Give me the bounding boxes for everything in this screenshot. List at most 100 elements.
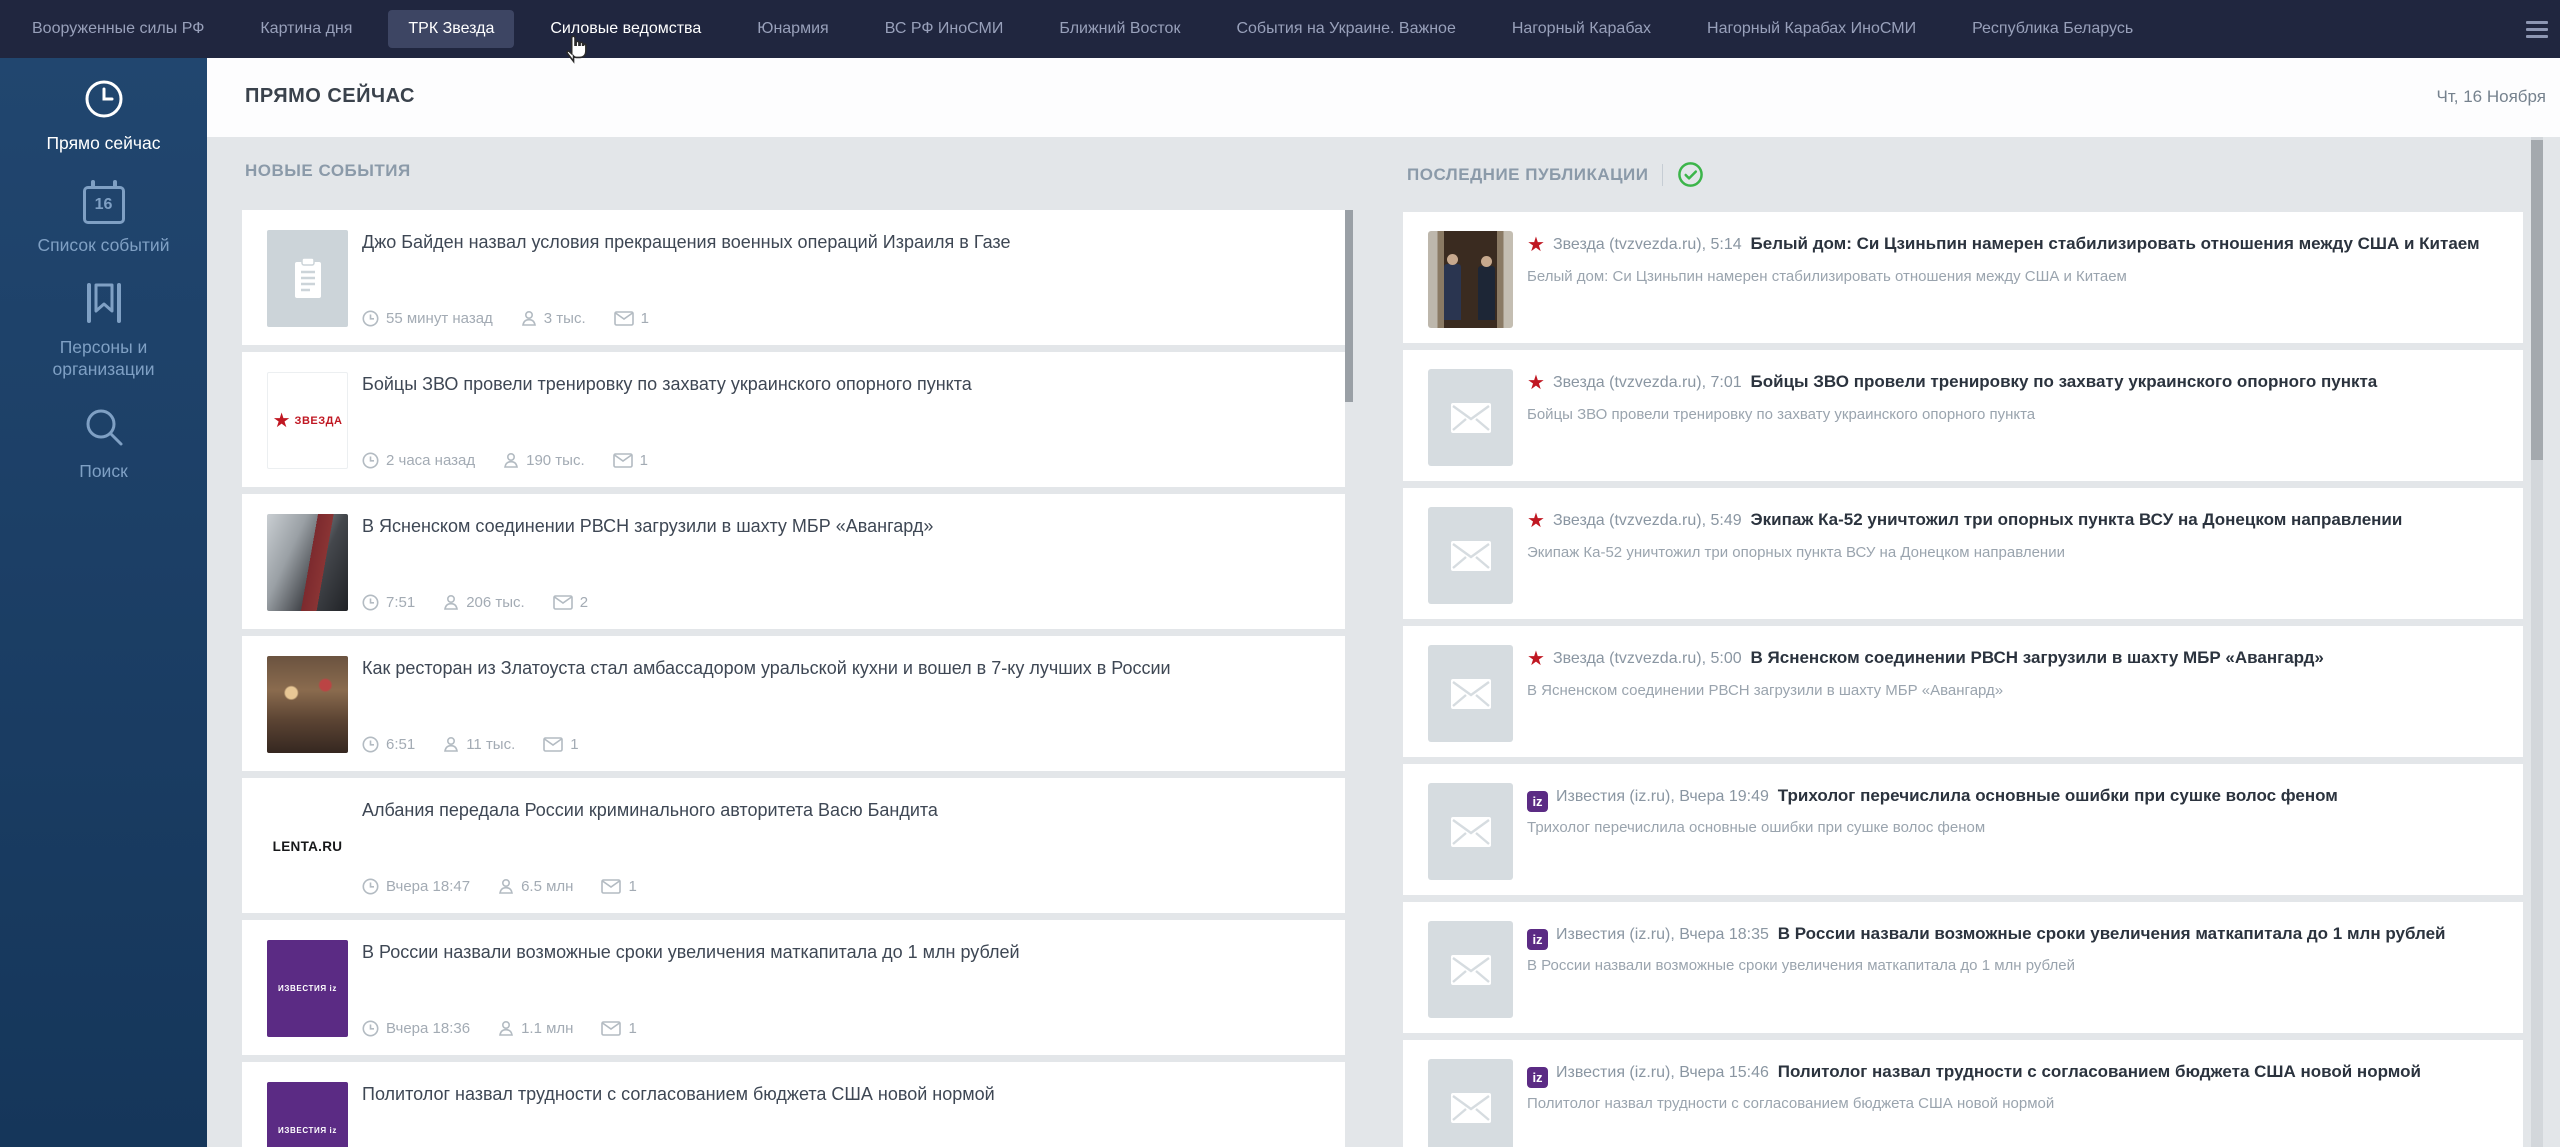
- publication-card[interactable]: izИзвестия (iz.ru), Вчера 19:49 Трихолог…: [1403, 764, 2523, 895]
- views-icon: [443, 594, 459, 611]
- event-title[interactable]: Как ресторан из Златоуста стал амбассадо…: [362, 656, 1321, 680]
- nav-tab-picture-of-day[interactable]: Картина дня: [258, 10, 354, 48]
- publication-card[interactable]: ★ Звезда (tvzvezda.ru), 5:00 В Ясненском …: [1403, 626, 2523, 757]
- publication-subtitle: В Ясненском соединении РВСН загрузили в …: [1527, 680, 2498, 702]
- publication-card[interactable]: iz Известия (iz.ru), Вчера 15:46 Политоло…: [1403, 1040, 2523, 1147]
- new-events-list: Джо Байден назвал условия прекращения во…: [242, 210, 1345, 1147]
- publication-title[interactable]: Белый дом: Си Цзиньпин намерен стабилизи…: [1751, 234, 2480, 253]
- time-icon: [362, 878, 379, 895]
- publication-card[interactable]: izИзвестия (iz.ru), Вчера 18:35 В России…: [1403, 902, 2523, 1033]
- event-title[interactable]: В Ясненском соединении РВСН загрузили в …: [362, 514, 1321, 538]
- page-date: Чт, 16 Ноября: [2437, 87, 2546, 107]
- envelope-placeholder-icon[interactable]: [1428, 783, 1513, 880]
- publication-card[interactable]: ★ Звезда (tvzvezda.ru), 5:14 Белый дом: С…: [1403, 212, 2523, 343]
- nav-tab-security-agencies[interactable]: Силовые ведомства: [548, 10, 703, 48]
- document-placeholder-icon[interactable]: [267, 230, 348, 327]
- event-title[interactable]: Албания передала России криминального ав…: [362, 798, 1321, 822]
- zvezda-star-icon: ★: [1527, 372, 1545, 394]
- nav-tab-belarus[interactable]: Республика Беларусь: [1970, 10, 2135, 48]
- search-icon: [82, 404, 126, 450]
- nav-tab-armed-forces[interactable]: Вооруженные силы РФ: [30, 10, 206, 48]
- publication-title[interactable]: Трихолог перечислила основные ошибки при…: [1778, 786, 2338, 805]
- event-card[interactable]: Джо Байден назвал условия прекращения во…: [242, 210, 1345, 345]
- sidebar-item-event-list[interactable]: 16 Список событий: [14, 178, 194, 256]
- zvezda-logo[interactable]: ★ ЗВЕЗДА: [267, 372, 348, 469]
- envelope-placeholder-icon[interactable]: [1428, 645, 1513, 742]
- sidebar-item-search[interactable]: Поиск: [14, 404, 194, 482]
- nav-tab-middle-east[interactable]: Ближний Восток: [1057, 10, 1182, 48]
- calendar-icon: 16: [83, 178, 125, 224]
- page-title: ПРЯМО СЕЙЧАС: [245, 85, 415, 108]
- event-card[interactable]: Как ресторан из Златоуста стал амбассадо…: [242, 636, 1345, 771]
- time-icon: [362, 1020, 379, 1037]
- publication-source[interactable]: Звезда (tvzvezda.ru), 5:00: [1553, 650, 1742, 667]
- publication-title[interactable]: В Ясненском соединении РВСН загрузили в …: [1751, 648, 2324, 667]
- nav-tab-vsrf-inosmi[interactable]: ВС РФ ИноСМИ: [883, 10, 1006, 48]
- zvezda-star-icon: ★: [1527, 648, 1545, 670]
- comments-icon: [601, 1021, 621, 1036]
- publication-title[interactable]: Экипаж Ка-52 уничтожил три опорных пункт…: [1751, 510, 2403, 529]
- sidebar-item-persons-orgs[interactable]: Персоны и организации: [14, 280, 194, 380]
- nav-tab-trk-zvezda[interactable]: ТРК Звезда: [388, 10, 514, 48]
- sidebar-item-label: Список событий: [38, 234, 170, 256]
- section-title-text: ПОСЛЕДНИЕ ПУБЛИКАЦИИ: [1407, 165, 1648, 185]
- section-title-new-events: НОВЫЕ СОБЫТИЯ: [245, 161, 411, 181]
- publication-title[interactable]: Бойцы ЗВО провели тренировку по захвату …: [1751, 372, 2378, 391]
- event-title[interactable]: Бойцы ЗВО провели тренировку по захвату …: [362, 372, 1321, 396]
- publication-source[interactable]: Звезда (tvzvezda.ru), 5:14: [1553, 236, 1742, 253]
- comments-icon: [601, 879, 621, 894]
- app-window: Вооруженные силы РФ Картина дня ТРК Звез…: [0, 0, 2560, 1147]
- nav-tab-ukraine-events[interactable]: События на Украине. Важное: [1234, 10, 1457, 48]
- event-card[interactable]: LENTA.RU Албания передала России кримина…: [242, 778, 1345, 913]
- event-card[interactable]: ★ ЗВЕЗДА Бойцы ЗВО провели тренировку по…: [242, 352, 1345, 487]
- missile-photo[interactable]: [267, 514, 348, 611]
- envelope-placeholder-icon[interactable]: [1428, 1059, 1513, 1147]
- event-title[interactable]: Политолог назвал трудности с согласовани…: [362, 1082, 1321, 1106]
- sidebar-item-live-now[interactable]: Прямо сейчас: [14, 76, 194, 154]
- nav-tab-karabakh[interactable]: Нагорный Карабах: [1510, 10, 1653, 48]
- nav-tab-yunarmia[interactable]: Юнармия: [755, 10, 830, 48]
- views-icon: [498, 1020, 514, 1037]
- zvezda-star-icon: ★: [1527, 510, 1545, 532]
- envelope-placeholder-icon[interactable]: [1428, 507, 1513, 604]
- nav-tab-karabakh-inosmi[interactable]: Нагорный Карабах ИноСМИ: [1705, 10, 1918, 48]
- zvezda-star-icon: ★: [1527, 234, 1545, 256]
- publication-source[interactable]: Звезда (tvzvezda.ru), 7:01: [1553, 374, 1742, 391]
- biden-xi-photo[interactable]: [1428, 231, 1513, 328]
- right-list-scrollbar-thumb[interactable]: [2531, 140, 2543, 460]
- page-header: ПРЯМО СЕЙЧАС Чт, 16 Ноября: [207, 58, 2560, 137]
- event-card[interactable]: ИЗВЕСТИЯ iz В России назвали возможные с…: [242, 920, 1345, 1055]
- sidebar: Прямо сейчас 16 Список событий Персоны и…: [0, 58, 207, 1147]
- publication-title[interactable]: В России назвали возможные сроки увеличе…: [1778, 924, 2446, 943]
- publication-source[interactable]: Известия (iz.ru), Вчера 15:46: [1556, 1064, 1769, 1081]
- event-card[interactable]: В Ясненском соединении РВСН загрузили в …: [242, 494, 1345, 629]
- izvestia-logo[interactable]: ИЗВЕСТИЯ iz: [267, 1082, 348, 1147]
- publication-source[interactable]: Известия (iz.ru), Вчера 19:49: [1556, 788, 1769, 805]
- comments-icon: [613, 453, 633, 468]
- lenta-logo[interactable]: LENTA.RU: [267, 798, 348, 895]
- izvestia-logo[interactable]: ИЗВЕСТИЯ iz: [267, 940, 348, 1037]
- right-list-scrollbar-track[interactable]: [2531, 137, 2543, 1147]
- green-check-icon[interactable]: [1677, 161, 1704, 188]
- envelope-placeholder-icon[interactable]: [1428, 369, 1513, 466]
- event-meta: 6:51 11 тыс. 1: [362, 736, 1321, 753]
- comments-icon: [553, 595, 573, 610]
- publication-card[interactable]: ★ Звезда (tvzvezda.ru), 7:01 Бойцы ЗВО пр…: [1403, 350, 2523, 481]
- sidebar-item-label: Прямо сейчас: [46, 132, 160, 154]
- event-title[interactable]: Джо Байден назвал условия прекращения во…: [362, 230, 1321, 254]
- hamburger-menu-icon[interactable]: [2526, 17, 2550, 41]
- time-icon: [362, 736, 379, 753]
- views-icon: [498, 878, 514, 895]
- publication-source[interactable]: Звезда (tvzvezda.ru), 5:49: [1553, 512, 1742, 529]
- envelope-placeholder-icon[interactable]: [1428, 921, 1513, 1018]
- event-title[interactable]: В России назвали возможные сроки увеличе…: [362, 940, 1321, 964]
- left-list-scrollbar-thumb[interactable]: [1345, 210, 1353, 402]
- restaurant-photo[interactable]: [267, 656, 348, 753]
- top-nav: Вооруженные силы РФ Картина дня ТРК Звез…: [0, 0, 2560, 58]
- publication-title[interactable]: Политолог назвал трудности с согласовани…: [1778, 1062, 2421, 1081]
- publication-source[interactable]: Известия (iz.ru), Вчера 18:35: [1556, 926, 1769, 943]
- views-icon: [443, 736, 459, 753]
- publication-card[interactable]: ★ Звезда (tvzvezda.ru), 5:49 Экипаж Ка-52…: [1403, 488, 2523, 619]
- izvestia-iz-icon: iz: [1527, 1067, 1548, 1088]
- event-card[interactable]: ИЗВЕСТИЯ iz Политолог назвал трудности с…: [242, 1062, 1345, 1147]
